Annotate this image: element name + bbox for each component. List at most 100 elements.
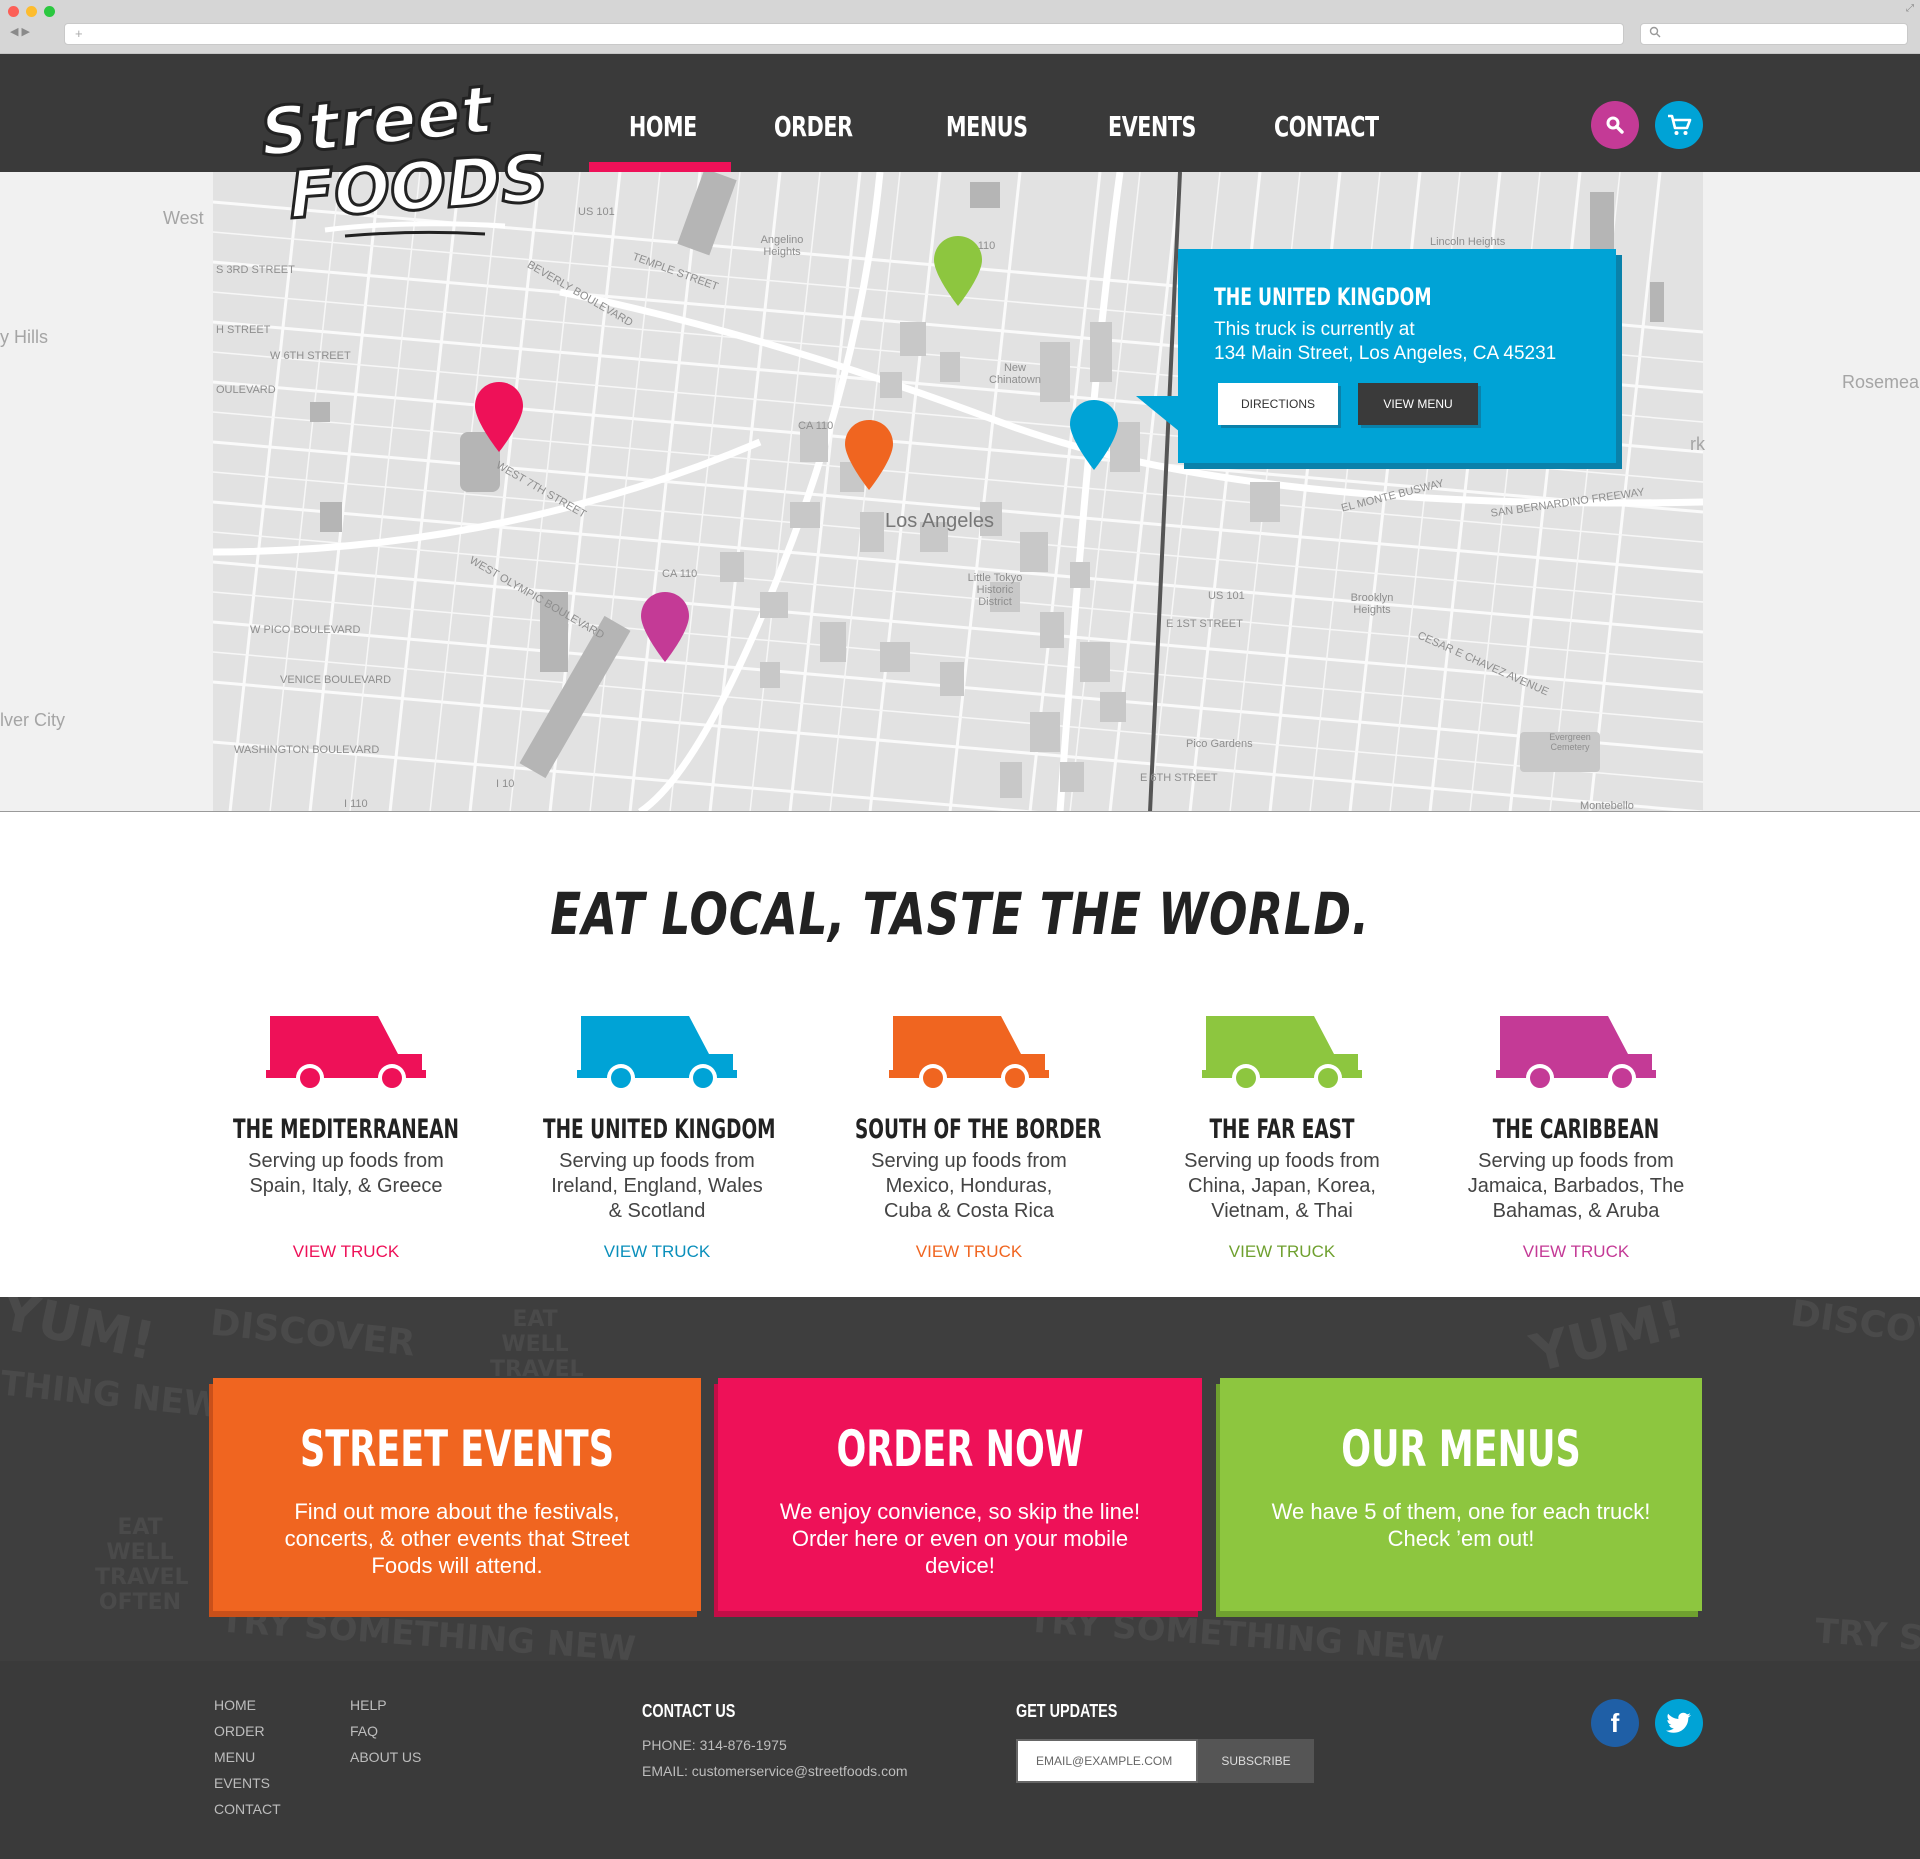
- map-label-montebello: Montebello: [1580, 800, 1634, 812]
- facebook-button[interactable]: f: [1591, 1699, 1639, 1747]
- map-label-us101-a: US 101: [578, 206, 615, 218]
- view-truck-link[interactable]: VIEW TRUCK: [1426, 1242, 1726, 1262]
- nav-home[interactable]: HOME: [629, 110, 697, 143]
- minimize-window-dot[interactable]: [26, 6, 37, 17]
- map-label-i10: I 10: [496, 778, 515, 790]
- map-label-lincoln: Lincoln Heights: [1430, 236, 1506, 248]
- doodle-thing-new: THING NEW: [0, 1363, 224, 1427]
- pin-caribbean[interactable]: [639, 590, 691, 664]
- popup-pointer: [1136, 396, 1180, 432]
- view-truck-link[interactable]: VIEW TRUCK: [196, 1242, 496, 1262]
- doodle-try-3: TRY S: [1813, 1611, 1920, 1659]
- browser-search-bar[interactable]: [1640, 23, 1908, 45]
- doodle-discover: DISCOVER: [208, 1302, 418, 1365]
- nav-events[interactable]: EVENTS: [1108, 110, 1196, 143]
- pin-mediterranean[interactable]: [473, 380, 525, 454]
- map-label-washington: WASHINGTON BOULEVARD: [234, 744, 380, 756]
- back-forward-icon[interactable]: ◀ ▶: [10, 25, 30, 38]
- map-label-brooklyn: Brooklyn Heights: [1350, 592, 1394, 616]
- footer-link-home[interactable]: HOME: [214, 1697, 256, 1713]
- nav-menus[interactable]: MENUS: [946, 110, 1028, 143]
- url-bar[interactable]: +: [64, 23, 1624, 45]
- directions-button[interactable]: DIRECTIONS: [1218, 383, 1338, 425]
- card-text: We enjoy convience, so skip the line! Or…: [779, 1499, 1141, 1578]
- fullscreen-icon[interactable]: ⤢: [1906, 3, 1914, 14]
- tagline: EAT LOCAL, TASTE THE WORLD.: [550, 880, 1370, 948]
- popup-title: THE UNITED KINGDOM: [1214, 283, 1432, 311]
- map-label-los-angeles: Los Angeles: [885, 510, 994, 532]
- footer-link-events[interactable]: EVENTS: [214, 1775, 270, 1791]
- new-tab-icon[interactable]: +: [75, 26, 83, 41]
- order-now-card[interactable]: ORDER NOW We enjoy convience, so skip th…: [718, 1378, 1202, 1611]
- twitter-button[interactable]: [1655, 1699, 1703, 1747]
- nav-active-indicator: [589, 162, 731, 172]
- truck-description: Serving up foods from Jamaica, Barbados,…: [1467, 1150, 1685, 1222]
- cart-icon: [1668, 114, 1692, 135]
- map-label-evergreen: Evergreen Cemetery: [1549, 732, 1591, 752]
- truck-name: SOUTH OF THE BORDER: [855, 1114, 1102, 1145]
- cart-button[interactable]: [1655, 101, 1703, 149]
- food-truck-icon: [889, 1016, 1049, 1092]
- search-button[interactable]: [1591, 101, 1639, 149]
- map-label-angelino: Angelino Heights: [760, 234, 804, 258]
- street-foods-logo[interactable]: Street FOODS: [255, 69, 555, 240]
- contact-heading: CONTACT US: [642, 1701, 736, 1721]
- map-label-e1st: E 1ST STREET: [1166, 618, 1243, 630]
- subscribe-button[interactable]: SUBSCRIBE: [1198, 1739, 1314, 1783]
- map-label-street-h: H STREET: [216, 324, 271, 336]
- card-text: We have 5 of them, one for each truck! C…: [1271, 1499, 1651, 1551]
- map-label-culver: lver City: [0, 710, 66, 730]
- footer-link-about[interactable]: ABOUT US: [350, 1749, 421, 1765]
- truck-name: THE FAR EAST: [1209, 1114, 1355, 1145]
- food-truck-icon: [577, 1016, 737, 1092]
- doodle-discover-2: DISCOVER: [1788, 1297, 1920, 1363]
- truck-name: THE UNITED KINGDOM: [543, 1114, 776, 1145]
- pin-far-east[interactable]: [932, 234, 984, 308]
- doodle-eat-well-2: EAT WELL TRAVEL OFTEN: [95, 1515, 189, 1615]
- map-label-wpico: W PICO BOULEVARD: [250, 624, 361, 636]
- truck-location-popup: THE UNITED KINGDOM This truck is current…: [1178, 249, 1616, 463]
- facebook-icon: f: [1610, 1707, 1620, 1738]
- map-label-i110: I 110: [344, 798, 368, 810]
- footer-link-contact[interactable]: CONTACT: [214, 1801, 281, 1817]
- card-title: ORDER NOW: [836, 1420, 1084, 1478]
- browser-chrome: ◀ ▶ + ⤢: [0, 0, 1920, 54]
- close-window-dot[interactable]: [8, 6, 19, 17]
- contact-phone: PHONE: 314-876-1975: [642, 1737, 787, 1753]
- map-label-york: rk: [1690, 434, 1705, 454]
- map-label-west: West: [163, 208, 204, 228]
- truck-description: Serving up foods from China, Japan, Kore…: [1184, 1150, 1380, 1222]
- view-truck-link[interactable]: VIEW TRUCK: [1132, 1242, 1432, 1262]
- nav-order[interactable]: ORDER: [774, 110, 853, 143]
- map-label-ca110-b: CA 110: [798, 420, 834, 432]
- our-menus-card[interactable]: OUR MENUS We have 5 of them, one for eac…: [1220, 1378, 1702, 1611]
- truck-location-map[interactable]: West y Hills lver City Rosemea rk Los An…: [0, 172, 1920, 812]
- twitter-icon: [1666, 1712, 1691, 1733]
- site-footer: HOME ORDER MENU EVENTS CONTACT HELP FAQ …: [0, 1661, 1920, 1859]
- newsletter-email-input[interactable]: EMAIL@EXAMPLE.COM: [1016, 1739, 1198, 1783]
- search-icon: [1606, 116, 1624, 134]
- truck-card-south-of-the-border: SOUTH OF THE BORDER Serving up foods fro…: [819, 1010, 1119, 1261]
- card-title: OUR MENUS: [1341, 1420, 1581, 1478]
- map-label-us101-b: US 101: [1208, 590, 1245, 602]
- pin-united-kingdom[interactable]: [1068, 398, 1120, 472]
- truck-card-far-east: THE FAR EAST Serving up foods from China…: [1132, 1010, 1432, 1261]
- view-truck-link[interactable]: VIEW TRUCK: [819, 1242, 1119, 1262]
- footer-link-help[interactable]: HELP: [350, 1697, 387, 1713]
- contact-email[interactable]: EMAIL: customerservice@streetfoods.com: [642, 1763, 908, 1779]
- popup-address: 134 Main Street, Los Angeles, CA 45231: [1214, 343, 1557, 364]
- street-events-card[interactable]: STREET EVENTS Find out more about the fe…: [213, 1378, 701, 1611]
- map-label-little-tokyo: Little Tokyo Historic District: [967, 572, 1023, 608]
- map-label-pico: Pico Gardens: [1186, 738, 1253, 750]
- nav-contact[interactable]: CONTACT: [1274, 110, 1379, 143]
- footer-link-menu[interactable]: MENU: [214, 1749, 255, 1765]
- maximize-window-dot[interactable]: [44, 6, 55, 17]
- truck-name: THE CARIBBEAN: [1492, 1114, 1660, 1145]
- view-menu-button[interactable]: VIEW MENU: [1358, 383, 1478, 425]
- pin-south-of-the-border[interactable]: [843, 418, 895, 492]
- view-truck-link[interactable]: VIEW TRUCK: [507, 1242, 807, 1262]
- footer-link-order[interactable]: ORDER: [214, 1723, 265, 1739]
- map-label-w6th: W 6TH STREET: [270, 350, 351, 362]
- footer-link-faq[interactable]: FAQ: [350, 1723, 378, 1739]
- popup-line-1: This truck is currently at: [1214, 319, 1415, 340]
